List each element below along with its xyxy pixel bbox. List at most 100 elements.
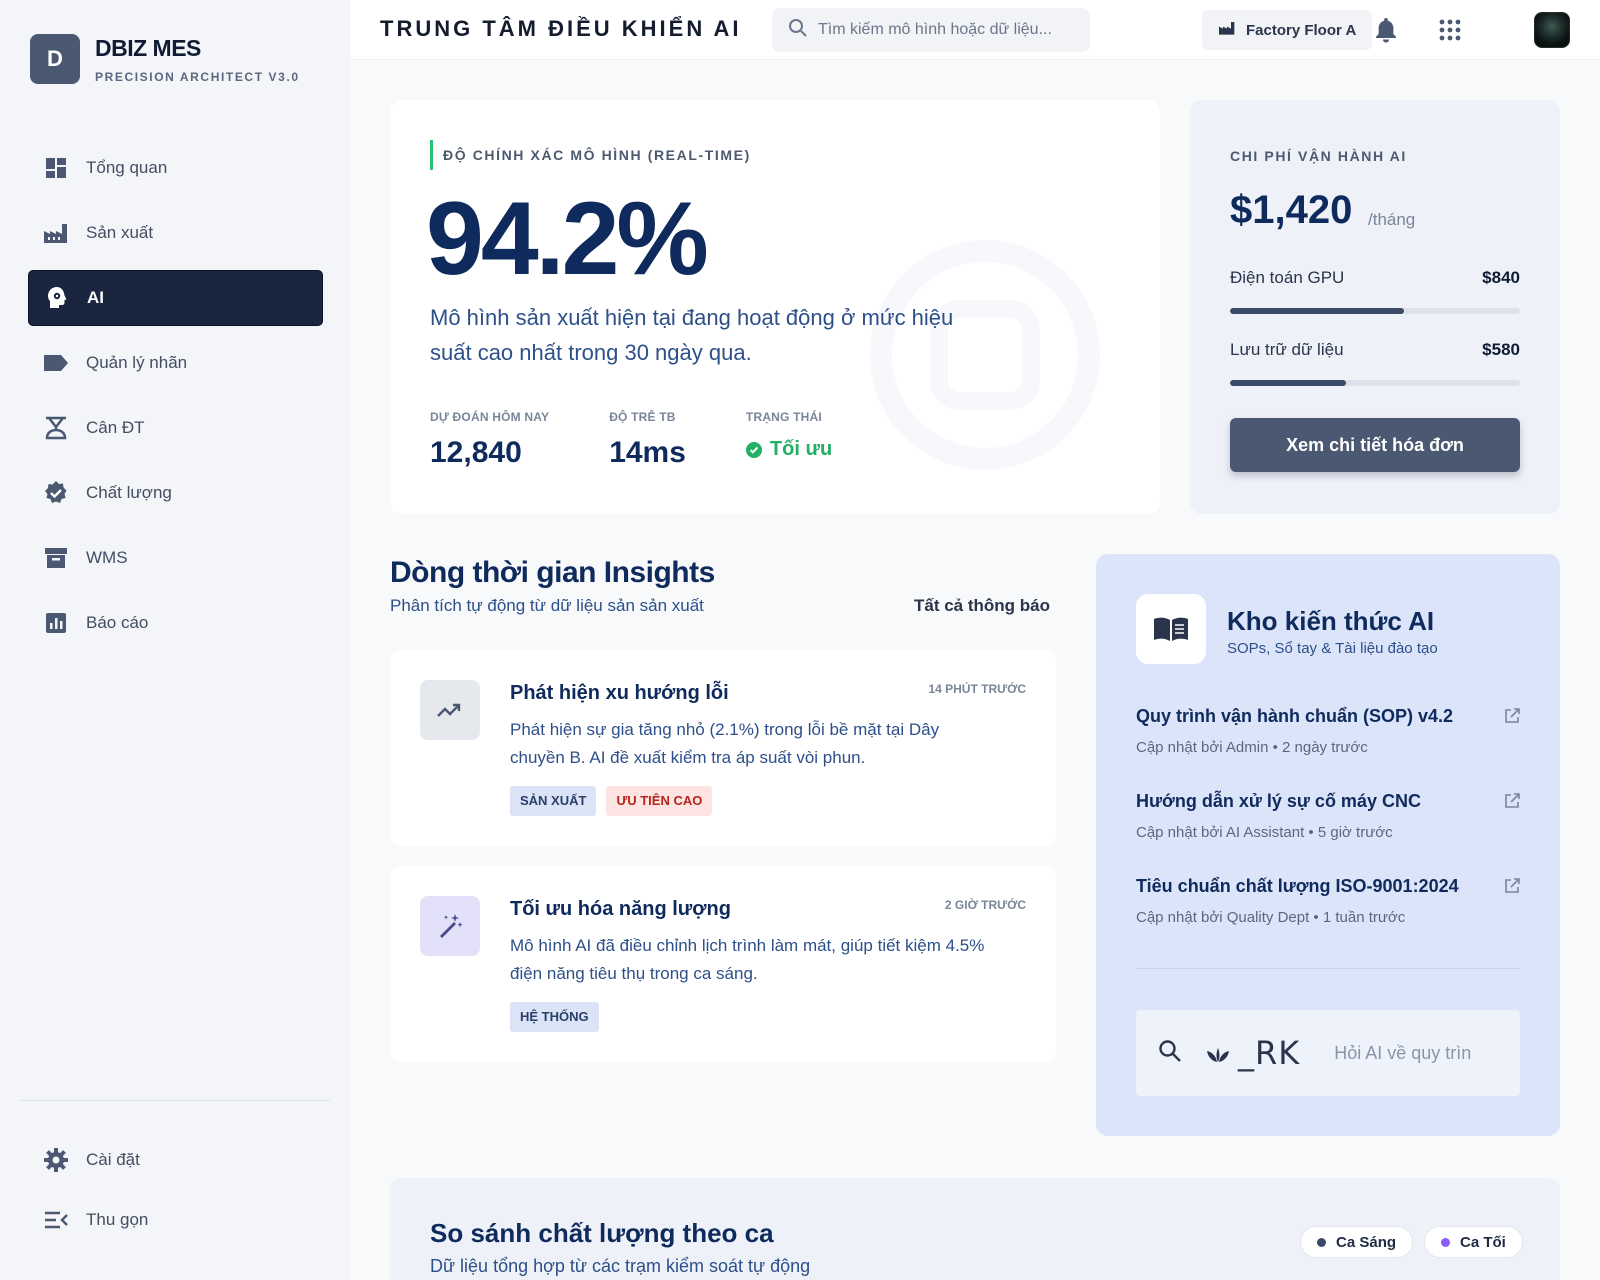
label-icon bbox=[42, 349, 70, 377]
cost-label: CHI PHÍ VẬN HÀNH AI bbox=[1230, 148, 1407, 164]
verified-icon bbox=[42, 479, 70, 507]
insight-body: Mô hình AI đã điều chỉnh lịch trình làm … bbox=[510, 936, 985, 983]
trending-up-icon bbox=[420, 680, 480, 740]
sidebar-item-scale[interactable]: Cân ĐT bbox=[28, 400, 323, 456]
accuracy-description: Mô hình sản xuất hiện tại đang hoạt động… bbox=[430, 305, 954, 365]
tag: SẢN XUẤT bbox=[510, 786, 597, 816]
cost-row-label: Điện toán GPU bbox=[1230, 268, 1345, 287]
external-link-icon[interactable] bbox=[1504, 878, 1520, 899]
dashboard-icon bbox=[42, 154, 70, 182]
legend-label: Ca Sáng bbox=[1336, 1233, 1397, 1251]
factory-icon bbox=[1218, 20, 1236, 40]
cost-progress-bar bbox=[1230, 308, 1520, 314]
insight-time: 14 PHÚT TRƯỚC bbox=[928, 682, 1026, 696]
cost-row-label: Lưu trữ dữ liệu bbox=[1230, 340, 1344, 359]
sidebar-item-settings[interactable]: Cài đặt bbox=[28, 1132, 323, 1188]
sidebar-item-reports[interactable]: Báo cáo bbox=[28, 595, 323, 651]
sidebar-bottom: Cài đặt Thu gọn bbox=[28, 1132, 323, 1252]
sidebar-item-label: AI bbox=[87, 288, 104, 307]
cost-unit: /tháng bbox=[1368, 210, 1416, 229]
accuracy-value: 94.2% bbox=[426, 181, 709, 297]
leaf-icon bbox=[1204, 1039, 1232, 1068]
factory-icon bbox=[42, 219, 70, 247]
factory-label: Factory Floor A bbox=[1246, 21, 1357, 39]
sidebar: D DBIZ MES PRECISION ARCHITECT V3.0 Tổng… bbox=[0, 0, 350, 1280]
external-link-icon[interactable] bbox=[1504, 793, 1520, 814]
factory-selector[interactable]: Factory Floor A bbox=[1202, 10, 1373, 50]
sidebar-item-label: Thu gọn bbox=[86, 1210, 149, 1229]
tag: ƯU TIÊN CAO bbox=[606, 786, 713, 816]
insight-tags: HỆ THỐNG bbox=[510, 1002, 609, 1032]
insight-title: Tối ưu hóa năng lượng bbox=[510, 898, 731, 920]
sidebar-item-quality[interactable]: Chất lượng bbox=[28, 465, 323, 521]
knowledge-item-meta: Cập nhật bởi Quality Dept • 1 tuần trước bbox=[1136, 909, 1406, 926]
shift-subtitle: Dữ liệu tổng hợp từ các trạm kiểm soát t… bbox=[430, 1256, 811, 1276]
insights-title: Dòng thời gian Insights bbox=[390, 556, 715, 589]
legend-evening-shift[interactable]: Ca Tối bbox=[1424, 1226, 1523, 1258]
insight-title: Phát hiện xu hướng lỗi bbox=[510, 682, 729, 704]
cost-row-storage: Lưu trữ dữ liệu $580 bbox=[1230, 340, 1520, 386]
sidebar-item-label: Tổng quan bbox=[86, 158, 168, 177]
legend-dot bbox=[1441, 1237, 1450, 1247]
tag: HỆ THỐNG bbox=[510, 1002, 599, 1032]
knowledge-base-panel: Kho kiến thức AI SOPs, Sổ tay & Tài liệu… bbox=[1096, 554, 1560, 1136]
sidebar-item-label: Báo cáo bbox=[86, 613, 149, 632]
knowledge-item[interactable]: Tiêu chuẩn chất lượng ISO-9001:2024 Cập … bbox=[1136, 876, 1520, 926]
insight-card[interactable]: Phát hiện xu hướng lỗi 14 PHÚT TRƯỚC Phá… bbox=[390, 650, 1056, 846]
page-title: TRUNG TÂM ĐIỀU KHIỂN AI bbox=[380, 16, 742, 41]
cost-progress-bar bbox=[1230, 380, 1520, 386]
brand: D DBIZ MES PRECISION ARCHITECT V3.0 bbox=[30, 34, 300, 84]
sidebar-item-collapse[interactable]: Thu gọn bbox=[28, 1192, 323, 1248]
sidebar-item-ai[interactable]: AI bbox=[28, 270, 323, 326]
user-avatar[interactable] bbox=[1534, 12, 1570, 48]
status-indicator: Tối ưu bbox=[745, 438, 832, 461]
knowledge-item-title: Hướng dẫn xử lý sự cố máy CNC bbox=[1136, 791, 1421, 811]
ask-ai-box[interactable]: _RK bbox=[1136, 1010, 1520, 1096]
cost-row-value: $840 bbox=[1482, 268, 1520, 287]
scale-icon bbox=[42, 414, 70, 442]
accuracy-stats: DỰ ĐOÁN HÔM NAY 12,840 ĐỘ TRỄ TB 14ms TR… bbox=[430, 410, 892, 470]
sidebar-item-label: WMS bbox=[86, 548, 128, 567]
knowledge-item-title: Quy trình vận hành chuẩn (SOP) v4.2 bbox=[1136, 706, 1454, 726]
notification-bell-icon[interactable] bbox=[1368, 12, 1404, 48]
insights-subtitle: Phân tích tự động từ dữ liệu sản sản xuấ… bbox=[390, 596, 704, 615]
ask-ai-input[interactable] bbox=[1334, 1042, 1480, 1064]
external-link-icon[interactable] bbox=[1504, 708, 1520, 729]
archive-icon bbox=[42, 544, 70, 572]
ai-cost-card: CHI PHÍ VẬN HÀNH AI $1,420 /tháng Điện t… bbox=[1190, 100, 1560, 514]
legend-label: Ca Tối bbox=[1460, 1233, 1506, 1251]
apps-grid-icon[interactable] bbox=[1432, 12, 1468, 48]
view-invoice-button[interactable]: Xem chi tiết hóa đơn bbox=[1230, 418, 1520, 472]
sidebar-item-label: Chất lượng bbox=[86, 483, 172, 502]
stat-predictions: DỰ ĐOÁN HÔM NAY 12,840 bbox=[430, 410, 549, 470]
stat-label: ĐỘ TRỄ TB bbox=[609, 410, 676, 424]
sidebar-item-labels[interactable]: Quản lý nhãn bbox=[28, 335, 323, 391]
insight-card[interactable]: Tối ưu hóa năng lượng 2 GIỜ TRƯỚC Mô hìn… bbox=[390, 866, 1056, 1062]
sidebar-item-production[interactable]: Sản xuất bbox=[28, 205, 323, 261]
book-icon bbox=[1136, 594, 1206, 664]
stat-label: DỰ ĐOÁN HÔM NAY bbox=[430, 410, 550, 424]
stat-value: 12,840 bbox=[430, 436, 522, 469]
search-icon bbox=[1158, 1039, 1182, 1068]
stat-latency: ĐỘ TRỄ TB 14ms bbox=[609, 410, 686, 470]
search-icon bbox=[788, 18, 808, 43]
knowledge-item[interactable]: Quy trình vận hành chuẩn (SOP) v4.2 Cập … bbox=[1136, 706, 1520, 756]
knowledge-item-meta: Cập nhật bởi Admin • 2 ngày trước bbox=[1136, 739, 1368, 756]
knowledge-title: Kho kiến thức AI bbox=[1227, 606, 1435, 636]
sidebar-item-label: Cân ĐT bbox=[86, 418, 145, 437]
brand-name: DBIZ MES bbox=[95, 34, 201, 61]
all-notifications-link[interactable]: Tất cả thông báo bbox=[914, 596, 1050, 616]
accuracy-label: ĐỘ CHÍNH XÁC MÔ HÌNH (REAL-TIME) bbox=[430, 140, 751, 170]
check-circle-icon bbox=[745, 441, 762, 458]
brand-subtitle: PRECISION ARCHITECT V3.0 bbox=[95, 69, 300, 84]
sidebar-item-overview[interactable]: Tổng quan bbox=[28, 140, 323, 196]
cost-progress-fill bbox=[1230, 380, 1346, 386]
stat-label: TRẠNG THÁI bbox=[745, 410, 822, 424]
insight-tags: SẢN XUẤT ƯU TIÊN CAO bbox=[510, 786, 722, 816]
search-box[interactable] bbox=[772, 8, 1090, 52]
cost-value: $1,420 bbox=[1230, 188, 1353, 232]
search-input[interactable] bbox=[818, 21, 1078, 39]
knowledge-item[interactable]: Hướng dẫn xử lý sự cố máy CNC Cập nhật b… bbox=[1136, 791, 1520, 841]
legend-morning-shift[interactable]: Ca Sáng bbox=[1300, 1226, 1414, 1258]
sidebar-item-wms[interactable]: WMS bbox=[28, 530, 323, 586]
